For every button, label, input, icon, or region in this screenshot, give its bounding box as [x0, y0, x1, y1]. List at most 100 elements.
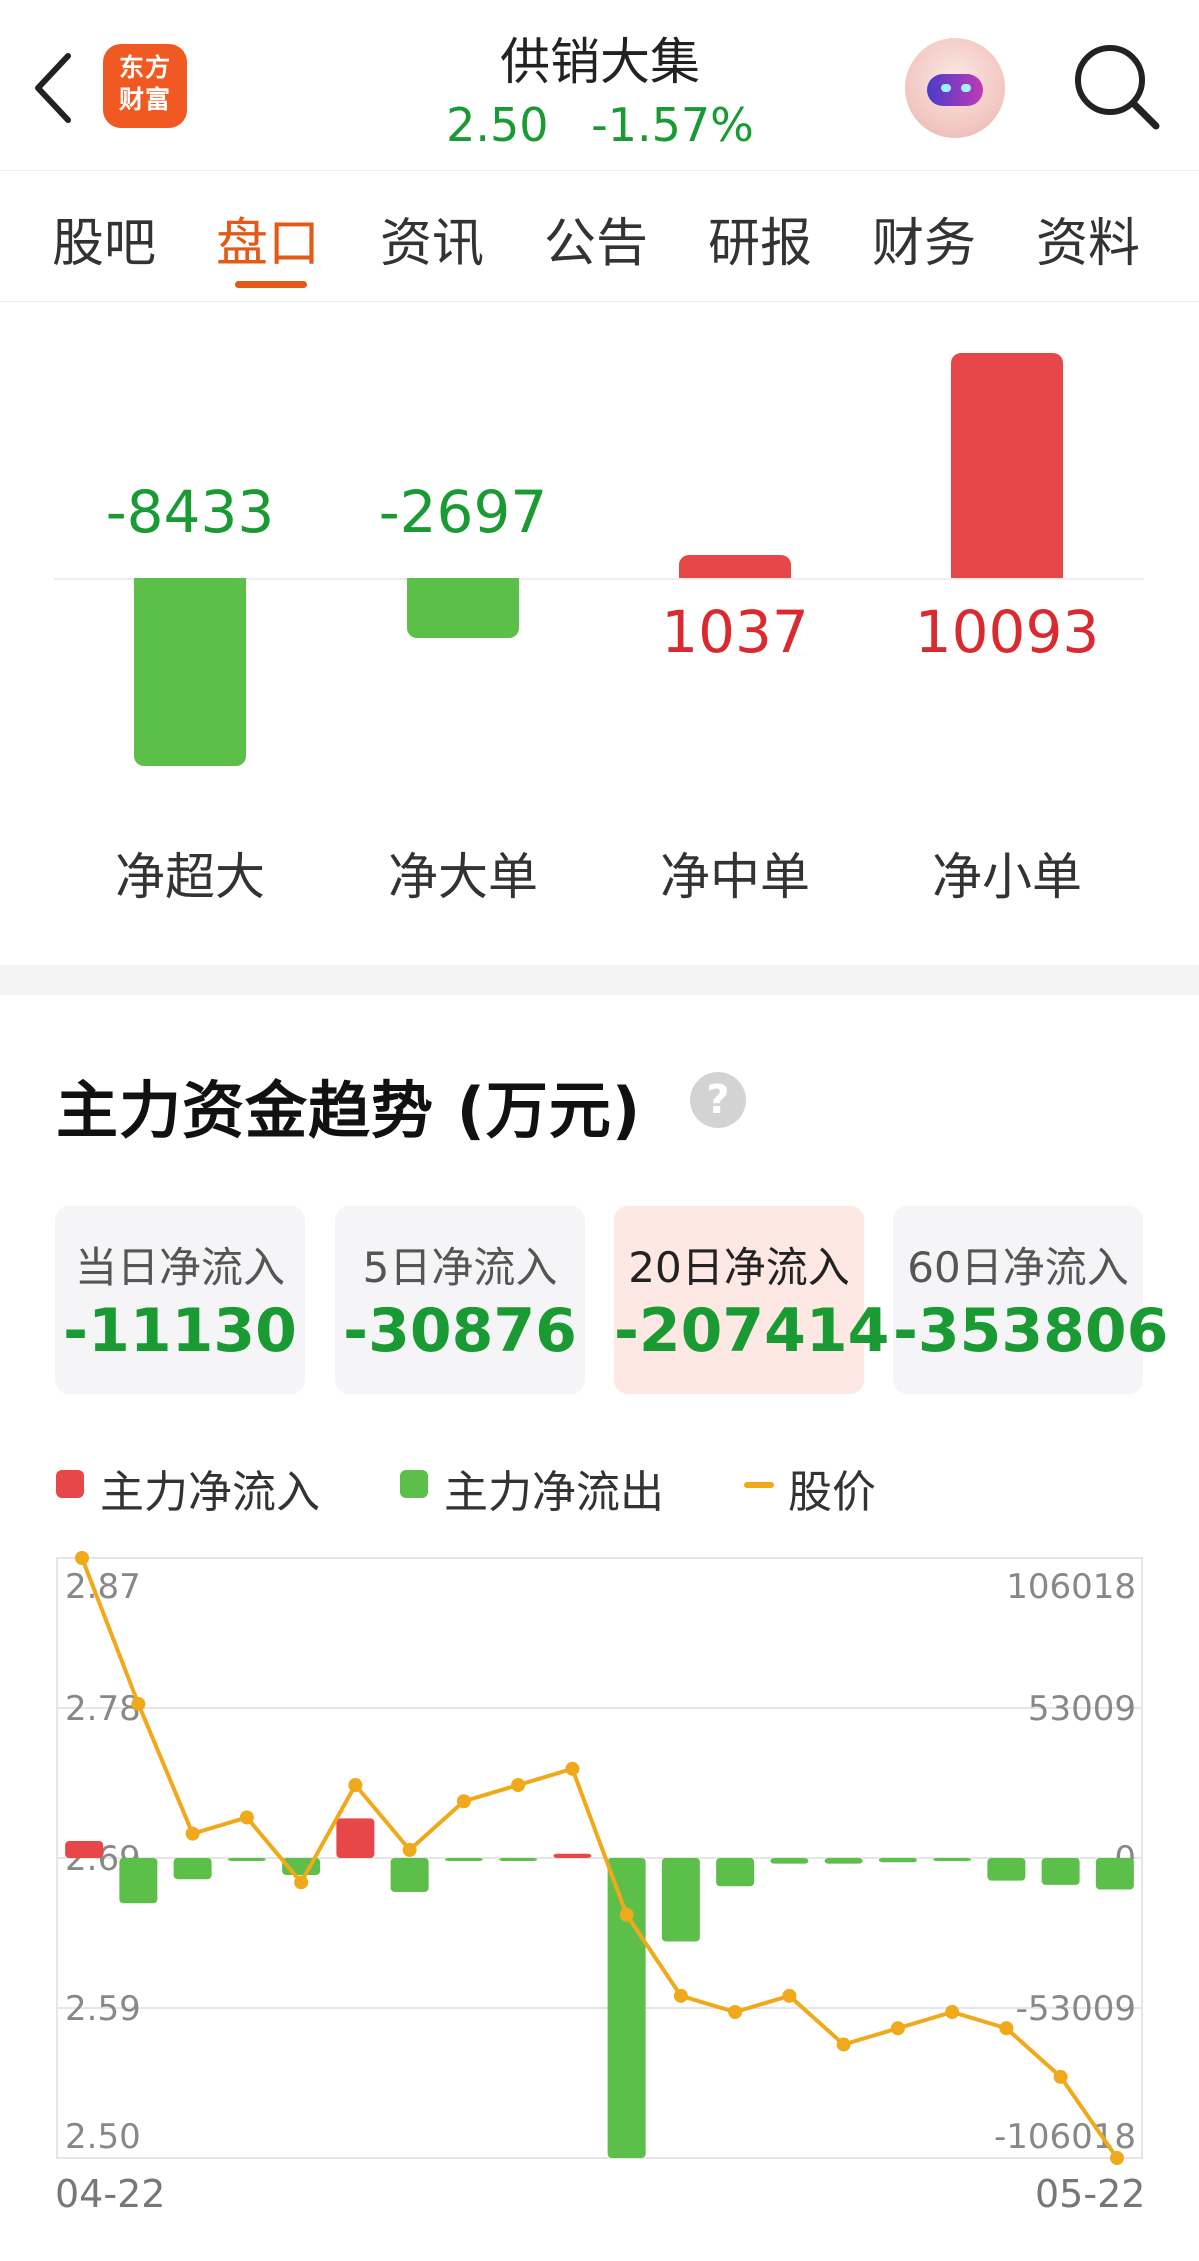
help-icon[interactable]: ? — [690, 1072, 746, 1128]
stock-change-pct: -1.57% — [591, 98, 754, 152]
net-flow-label: 净小单 — [932, 848, 1082, 906]
eastmoney-logo[interactable]: 东方 财富 — [103, 44, 187, 128]
logo-text-line2: 财富 — [118, 85, 171, 114]
price-point — [619, 1907, 634, 1922]
outflow-bar — [1041, 1858, 1080, 1885]
outflow-bar — [119, 1858, 158, 1904]
tab-profile[interactable]: 资料 — [1036, 201, 1140, 276]
card-60day-net-inflow[interactable]: 60日净流入 -353806 — [893, 1206, 1169, 1394]
net-flow-bar — [134, 578, 246, 766]
net-flow-label: 净超大 — [115, 848, 265, 906]
fund-flow-chart[interactable]: 2.871060182.78530092.6902.59-530092.50-1… — [0, 1540, 1199, 2240]
outflow-bar — [444, 1858, 483, 1861]
outflow-bar — [1095, 1858, 1134, 1890]
inflow-bar — [336, 1818, 375, 1858]
outflow-bar — [227, 1858, 266, 1861]
net-flow-bar — [951, 353, 1063, 578]
card-value: -30876 — [343, 1296, 577, 1366]
card-5day-net-inflow[interactable]: 5日净流入 -30876 — [335, 1206, 585, 1394]
net-flow-value: -8433 — [105, 478, 275, 546]
inflow-bar — [553, 1853, 592, 1858]
card-label: 当日净流入 — [74, 1243, 285, 1292]
price-point — [945, 2005, 960, 2020]
card-value: -353806 — [893, 1296, 1169, 1366]
section-divider — [0, 965, 1199, 995]
tab-research[interactable]: 研报 — [708, 201, 812, 276]
legend-price-swatch — [744, 1482, 774, 1488]
tab-finance[interactable]: 财务 — [872, 201, 976, 276]
stock-quote: 2.50 -1.57% — [380, 98, 820, 152]
price-point — [239, 1810, 254, 1825]
net-flow-bar — [407, 578, 519, 639]
legend-price-label: 股价 — [788, 1467, 876, 1518]
legend-outflow-label: 主力净流出 — [444, 1467, 664, 1518]
card-label: 20日净流入 — [628, 1243, 850, 1292]
outflow-bar — [878, 1858, 917, 1863]
legend-inflow-label: 主力净流入 — [100, 1467, 320, 1518]
card-20day-net-inflow[interactable]: 20日净流入 -207414 — [614, 1206, 890, 1394]
flow-tick-label: -106018 — [994, 2117, 1136, 2157]
outflow-bar — [933, 1858, 972, 1861]
trend-title: 主力资金趋势 (万元) — [56, 1074, 642, 1147]
outflow-bar — [499, 1858, 538, 1861]
flow-tick-label: 106018 — [1006, 1567, 1136, 1607]
price-point — [456, 1794, 471, 1809]
price-point — [294, 1875, 309, 1890]
flow-tick-label: 53009 — [1028, 1689, 1136, 1729]
outflow-bar — [987, 1858, 1026, 1881]
net-flow-bar — [679, 554, 791, 578]
tab-news[interactable]: 资讯 — [380, 201, 484, 276]
price-point — [402, 1842, 417, 1857]
legend-outflow-swatch — [400, 1470, 428, 1498]
outflow-bar — [173, 1858, 212, 1880]
price-point — [348, 1778, 363, 1793]
flow-tick-label: -53009 — [1016, 1989, 1136, 2029]
legend-inflow-swatch — [56, 1470, 84, 1498]
price-tick-label: 2.78 — [65, 1689, 141, 1729]
card-label: 60日净流入 — [907, 1243, 1129, 1292]
active-tab-indicator — [235, 281, 307, 288]
net-flow-panel: -8433 净超大 -2697 净大单 1037 净中单 10093 净小单 — [0, 302, 1199, 962]
price-point — [185, 1826, 200, 1841]
net-flow-value: 1037 — [661, 598, 809, 666]
tab-announcements[interactable]: 公告 — [544, 201, 648, 276]
net-flow-value: 10093 — [914, 598, 1100, 666]
price-point — [890, 2021, 905, 2036]
price-point — [1053, 2069, 1068, 2084]
app-header: 东方 财富 供销大集 2.50 -1.57% — [0, 0, 1199, 170]
x-axis-end-label: 05-22 — [1035, 2172, 1146, 2216]
price-point — [511, 1778, 526, 1793]
robot-assistant-avatar[interactable] — [905, 38, 1005, 138]
search-icon[interactable] — [1068, 38, 1163, 133]
outflow-bar — [716, 1858, 755, 1887]
tab-pankou[interactable]: 盘口 — [216, 201, 320, 276]
stock-price: 2.50 — [446, 98, 549, 152]
net-flow-label: 净中单 — [660, 848, 810, 906]
price-tick-label: 2.59 — [65, 1989, 141, 2029]
logo-text-line1: 东方 — [118, 53, 171, 82]
stock-name: 供销大集 — [500, 33, 700, 91]
price-point — [836, 2037, 851, 2052]
price-point — [673, 1988, 688, 2003]
price-tick-label: 2.87 — [65, 1567, 141, 1607]
card-today-net-inflow[interactable]: 当日净流入 -11130 — [55, 1206, 305, 1394]
card-value: -207414 — [614, 1296, 890, 1366]
price-point — [75, 1551, 89, 1565]
card-value: -11130 — [63, 1296, 297, 1366]
outflow-bar — [390, 1858, 429, 1892]
price-point — [131, 1696, 146, 1711]
outflow-bar — [607, 1858, 646, 2158]
inflow-bar — [65, 1841, 104, 1858]
price-point — [728, 2005, 743, 2020]
price-tick-label: 2.50 — [65, 2117, 141, 2157]
x-axis-start-label: 04-22 — [55, 2172, 166, 2216]
tab-guba[interactable]: 股吧 — [52, 201, 156, 276]
net-flow-value: -2697 — [378, 478, 548, 546]
price-point — [999, 2021, 1014, 2036]
outflow-bar — [661, 1858, 700, 1942]
back-arrow-icon[interactable] — [30, 48, 80, 128]
net-flow-label: 净大单 — [388, 848, 538, 906]
outflow-bar — [770, 1858, 809, 1864]
outflow-bar — [824, 1858, 863, 1864]
section-tabs: 股吧 盘口 资讯 公告 研报 财务 资料 — [0, 170, 1199, 303]
